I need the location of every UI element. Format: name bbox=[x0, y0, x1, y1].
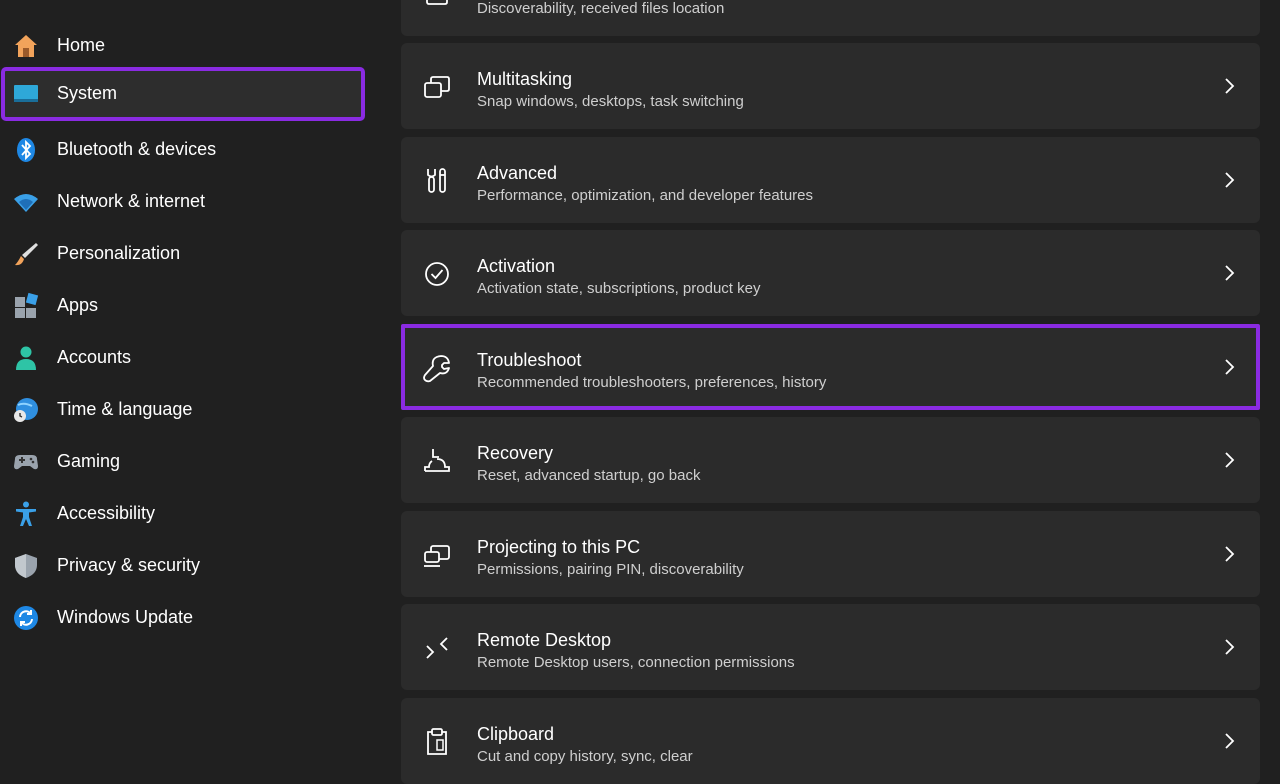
card-subtitle: Recommended troubleshooters, preferences… bbox=[477, 374, 827, 391]
sidebar-item-label: Network & internet bbox=[57, 191, 206, 211]
chevron-right-icon bbox=[1225, 452, 1235, 468]
card-title: Advanced bbox=[477, 163, 558, 183]
settings-card-nearby-sharing[interactable]: Discoverability, received files location bbox=[401, 0, 1260, 36]
user-icon bbox=[12, 344, 40, 372]
sidebar-item-label: Accounts bbox=[57, 347, 132, 367]
sidebar-item-label: Accessibility bbox=[57, 503, 156, 523]
sidebar-item-label: Apps bbox=[57, 295, 99, 315]
sidebar-item-label: System bbox=[57, 83, 118, 103]
shield-icon bbox=[12, 552, 40, 580]
bluetooth-icon bbox=[12, 136, 40, 164]
multitasking-icon bbox=[421, 71, 453, 103]
brush-icon bbox=[12, 240, 40, 268]
sidebar-item-label: Home bbox=[57, 35, 106, 55]
sidebar-item-personalization[interactable]: Personalization bbox=[4, 230, 362, 278]
sidebar-item-label: Gaming bbox=[57, 451, 121, 471]
clipboard-icon bbox=[421, 726, 453, 758]
tools-icon bbox=[421, 165, 453, 197]
card-title: Projecting to this PC bbox=[477, 537, 641, 557]
settings-card-projecting[interactable]: Projecting to this PC Permissions, pairi… bbox=[401, 511, 1260, 597]
card-title: Recovery bbox=[477, 443, 554, 463]
sidebar-item-label: Personalization bbox=[57, 243, 181, 263]
home-icon bbox=[12, 32, 40, 60]
apps-icon bbox=[12, 292, 40, 320]
share-icon bbox=[421, 0, 453, 22]
card-subtitle: Remote Desktop users, connection permiss… bbox=[477, 654, 795, 671]
settings-card-multitasking[interactable]: Multitasking Snap windows, desktops, tas… bbox=[401, 43, 1260, 129]
card-title: Remote Desktop bbox=[477, 630, 612, 650]
wifi-icon bbox=[12, 188, 40, 216]
sidebar-item-accounts[interactable]: Accounts bbox=[4, 334, 362, 382]
chevron-right-icon bbox=[1225, 78, 1235, 94]
sidebar-item-label: Time & language bbox=[57, 399, 193, 419]
card-subtitle: Performance, optimization, and developer… bbox=[477, 187, 814, 204]
settings-card-activation[interactable]: Activation Activation state, subscriptio… bbox=[401, 230, 1260, 316]
settings-list: Discoverability, received files location… bbox=[401, 0, 1260, 784]
card-subtitle: Discoverability, received files location bbox=[477, 0, 725, 17]
check-circle-icon bbox=[421, 258, 453, 290]
sidebar-item-label: Bluetooth & devices bbox=[57, 139, 217, 159]
monitor-icon bbox=[12, 80, 40, 108]
settings-card-recovery[interactable]: Recovery Reset, advanced startup, go bac… bbox=[401, 417, 1260, 503]
sidebar-item-windows-update[interactable]: Windows Update bbox=[4, 594, 362, 642]
sidebar-item-time-language[interactable]: Time & language bbox=[4, 386, 362, 434]
card-subtitle: Cut and copy history, sync, clear bbox=[477, 748, 693, 765]
card-subtitle: Reset, advanced startup, go back bbox=[477, 467, 701, 484]
sidebar-item-privacy-security[interactable]: Privacy & security bbox=[4, 542, 362, 590]
sidebar-item-system[interactable]: System bbox=[1, 67, 365, 121]
sidebar-item-home[interactable]: Home bbox=[4, 22, 362, 70]
card-subtitle: Snap windows, desktops, task switching bbox=[477, 93, 744, 110]
sidebar-item-accessibility[interactable]: Accessibility bbox=[4, 490, 362, 538]
accessibility-icon bbox=[12, 500, 40, 528]
chevron-right-icon bbox=[1225, 733, 1235, 749]
card-subtitle: Activation state, subscriptions, product… bbox=[477, 280, 761, 297]
settings-card-clipboard[interactable]: Clipboard Cut and copy history, sync, cl… bbox=[401, 698, 1260, 784]
wrench-icon bbox=[421, 352, 453, 384]
settings-card-advanced[interactable]: Advanced Performance, optimization, and … bbox=[401, 137, 1260, 223]
sidebar-item-label: Privacy & security bbox=[57, 555, 201, 575]
sidebar-item-apps[interactable]: Apps bbox=[4, 282, 362, 330]
chevron-right-icon bbox=[1225, 265, 1235, 281]
card-title: Clipboard bbox=[477, 724, 555, 744]
gamepad-icon bbox=[12, 448, 40, 476]
remote-desktop-icon bbox=[421, 632, 453, 664]
settings-card-troubleshoot[interactable]: Troubleshoot Recommended troubleshooters… bbox=[401, 324, 1260, 410]
recovery-icon bbox=[421, 445, 453, 477]
sidebar: Home System Bluetooth & devices Network … bbox=[0, 0, 375, 775]
chevron-right-icon bbox=[1225, 546, 1235, 562]
sidebar-item-network-internet[interactable]: Network & internet bbox=[4, 178, 362, 226]
chevron-right-icon bbox=[1225, 359, 1235, 375]
card-subtitle: Permissions, pairing PIN, discoverabilit… bbox=[477, 561, 744, 578]
settings-card-remote-desktop[interactable]: Remote Desktop Remote Desktop users, con… bbox=[401, 604, 1260, 690]
card-title: Troubleshoot bbox=[477, 350, 582, 370]
sidebar-item-gaming[interactable]: Gaming bbox=[4, 438, 362, 486]
globe-clock-icon bbox=[12, 396, 40, 424]
sidebar-item-label: Windows Update bbox=[57, 607, 194, 627]
update-icon bbox=[12, 604, 40, 632]
card-title: Multitasking bbox=[477, 69, 573, 89]
projecting-icon bbox=[421, 539, 453, 571]
sidebar-item-bluetooth-devices[interactable]: Bluetooth & devices bbox=[4, 126, 362, 174]
chevron-right-icon bbox=[1225, 639, 1235, 655]
chevron-right-icon bbox=[1225, 172, 1235, 188]
card-title: Activation bbox=[477, 256, 556, 276]
